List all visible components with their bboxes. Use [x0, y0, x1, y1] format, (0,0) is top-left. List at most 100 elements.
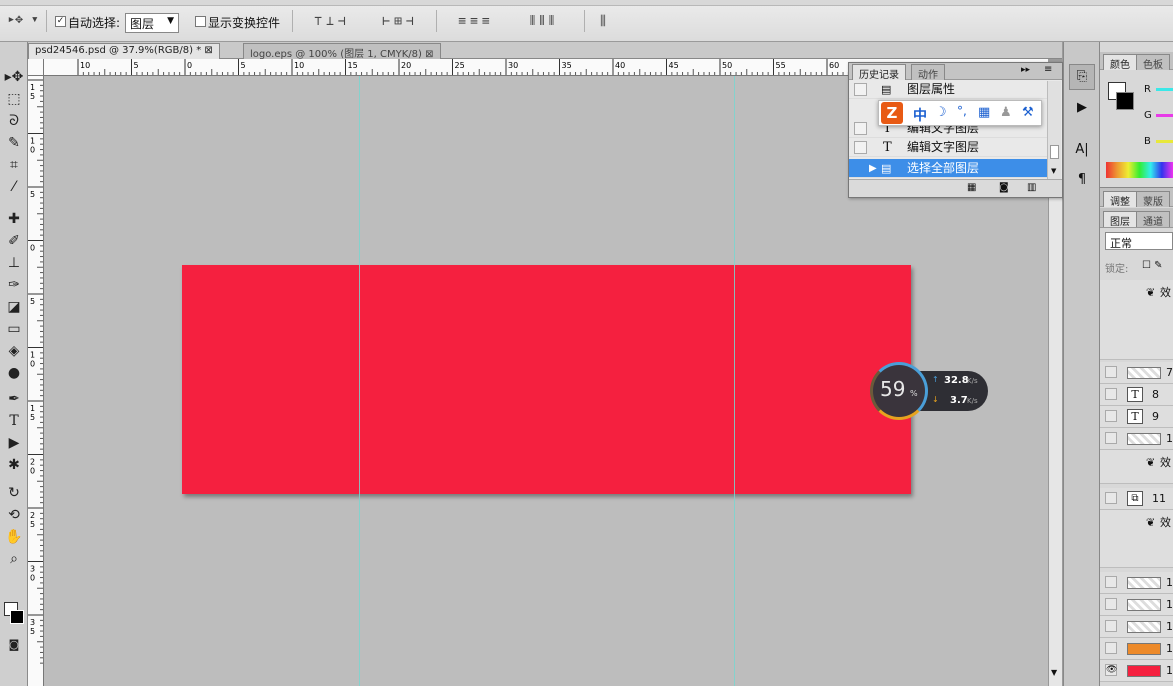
show-transform-checkbox[interactable] [195, 16, 206, 27]
channel-b-slider[interactable] [1156, 140, 1173, 143]
layer-row[interactable]: 1 [1100, 616, 1173, 638]
layer-row[interactable]: T8 [1100, 384, 1173, 406]
tab-history[interactable]: 历史记录 [852, 64, 906, 81]
marquee-tool-icon[interactable]: ⬚ [0, 88, 28, 110]
layer-row[interactable]: ❦ 效 [1100, 280, 1173, 360]
eyedropper-tool-icon[interactable]: ⁄ [0, 176, 28, 198]
hand-tool-icon[interactable]: ✋ [0, 526, 28, 548]
tab-actions[interactable]: 动作 [911, 64, 945, 81]
scroll-down-icon[interactable]: ▼ [1051, 167, 1056, 175]
move-tool-preset-icon[interactable]: ▸✥ ▾ [6, 12, 40, 28]
actions-dock-icon[interactable]: ▶ [1069, 96, 1095, 120]
scroll-down-icon[interactable]: ▼ [1051, 668, 1057, 677]
eraser-tool-icon[interactable]: ◪ [0, 296, 28, 318]
type-tool-icon[interactable]: T [0, 410, 28, 432]
blend-mode-dropdown[interactable]: 正常 [1105, 232, 1173, 250]
tab-color[interactable]: 颜色 [1103, 54, 1137, 71]
pen-tool-icon[interactable]: ✒ [0, 388, 28, 410]
zoom-tool-icon[interactable]: ⌕ [0, 548, 28, 570]
punctuation-icon[interactable]: °, [957, 104, 967, 118]
guide-line[interactable] [734, 76, 735, 686]
visibility-toggle[interactable] [1105, 492, 1117, 504]
history-item-selected[interactable]: ▶ ▤ 选择全部图层 [849, 159, 1049, 178]
background-color-swatch[interactable] [10, 610, 24, 624]
color-spectrum-bar[interactable] [1106, 162, 1173, 178]
guide-line[interactable] [359, 76, 360, 686]
quick-select-tool-icon[interactable]: ✎ [0, 132, 28, 154]
visibility-toggle[interactable] [1105, 432, 1117, 444]
scroll-thumb[interactable] [1050, 145, 1059, 159]
character-dock-icon[interactable]: A| [1069, 138, 1095, 162]
layer-row[interactable]: 1 [1100, 638, 1173, 660]
panel-menu-icon[interactable]: ≡ [1044, 64, 1052, 75]
document-red-banner[interactable] [182, 265, 911, 494]
lasso-tool-icon[interactable]: ᘐ [0, 110, 28, 132]
settings-wrench-icon[interactable]: ⚒ [1022, 105, 1034, 120]
tab-channels[interactable]: 通道 [1136, 211, 1170, 228]
healing-tool-icon[interactable]: ✚ [0, 208, 28, 230]
tab-adjustments[interactable]: 调整 [1103, 191, 1137, 208]
eye-icon[interactable]: 👁 [1105, 664, 1117, 676]
stamp-tool-icon[interactable]: ⊥ [0, 252, 28, 274]
keyboard-icon[interactable]: ▦ [978, 105, 990, 120]
align-top-icons[interactable]: ⊤⊥⊣ [302, 14, 362, 30]
dodge-tool-icon[interactable]: ● [0, 362, 28, 384]
visibility-toggle[interactable] [1105, 410, 1117, 422]
history-checkbox[interactable] [854, 83, 867, 96]
path-select-tool-icon[interactable]: ▶ [0, 432, 28, 454]
camera-icon[interactable]: ◙ [999, 182, 1009, 193]
skin-icon[interactable]: ♟ [1000, 105, 1012, 120]
history-checkbox[interactable] [854, 162, 867, 175]
history-item[interactable]: ▤ 图层属性 [849, 80, 1049, 99]
auto-align-icon[interactable]: ⫼ [594, 14, 612, 30]
layer-row[interactable]: 👁 1 [1100, 660, 1173, 682]
visibility-toggle[interactable] [1105, 642, 1117, 654]
quick-mask-icon[interactable]: ◙ [0, 634, 28, 656]
layer-row[interactable]: ❦ 效 [1100, 510, 1173, 568]
channel-r-slider[interactable] [1156, 88, 1173, 91]
history-item[interactable]: T 编辑文字图层 [849, 138, 1049, 157]
move-tool-icon[interactable]: ▸✥ [0, 66, 28, 88]
lock-icons[interactable]: ☐ ✎ [1142, 260, 1163, 271]
history-brush-tool-icon[interactable]: ✑ [0, 274, 28, 296]
distribute-vertical-icons[interactable]: ≡≡≡ [446, 14, 506, 30]
half-width-icon[interactable]: ☽ [935, 105, 947, 120]
collapse-icon[interactable]: ▸▸ [1021, 65, 1030, 75]
distribute-horizontal-icons[interactable]: ⫴⫴⫴ [514, 14, 574, 30]
bg-color-swatch[interactable] [1116, 92, 1134, 110]
paragraph-dock-icon[interactable]: ¶ [1069, 168, 1095, 192]
align-left-icons[interactable]: ⊢⊞⊣ [370, 14, 430, 30]
ime-logo-icon[interactable]: Z [881, 102, 903, 124]
history-checkbox[interactable] [854, 122, 867, 135]
visibility-toggle[interactable] [1105, 620, 1117, 632]
history-checkbox[interactable] [854, 141, 867, 154]
layer-row[interactable]: 1 [1100, 428, 1173, 450]
layer-row[interactable]: T9 [1100, 406, 1173, 428]
blur-tool-icon[interactable]: ◈ [0, 340, 28, 362]
auto-select-dropdown[interactable]: 图层 ▼ [125, 13, 179, 33]
crop-tool-icon[interactable]: ⌗ [0, 154, 28, 176]
snapshot-doc-icon[interactable]: ▦ [967, 182, 976, 193]
close-icon[interactable]: ⊠ [204, 45, 212, 56]
tab-masks[interactable]: 蒙版 [1136, 191, 1170, 208]
history-dock-icon[interactable]: ⎘ [1069, 64, 1095, 90]
visibility-toggle[interactable] [1105, 388, 1117, 400]
visibility-toggle[interactable] [1105, 598, 1117, 610]
tab-swatches[interactable]: 色板 [1136, 54, 1170, 71]
layer-row[interactable]: 1 [1100, 594, 1173, 616]
layer-row[interactable]: 7 [1100, 362, 1173, 384]
gradient-tool-icon[interactable]: ▭ [0, 318, 28, 340]
visibility-toggle[interactable] [1105, 366, 1117, 378]
ime-mode-label[interactable]: 中 [913, 105, 927, 125]
tab-layers[interactable]: 图层 [1103, 211, 1137, 228]
history-scrollbar[interactable]: ▼ [1047, 81, 1061, 179]
tab-psd24546[interactable]: psd24546.psd @ 37.9%(RGB/8) * ⊠ [28, 43, 220, 59]
trash-icon[interactable]: ▥ [1027, 182, 1036, 193]
layer-row[interactable]: 1 [1100, 572, 1173, 594]
channel-g-slider[interactable] [1156, 114, 1173, 117]
brush-tool-icon[interactable]: ✐ [0, 230, 28, 252]
tab-logo-eps[interactable]: logo.eps @ 100% (图层 1, CMYK/8) ⊠ [243, 43, 441, 60]
ime-toolbar[interactable]: Z 中 ☽ °, ▦ ♟ ⚒ [878, 100, 1042, 126]
auto-select-checkbox[interactable]: ✓ [55, 16, 66, 27]
3d-rotate-tool-icon[interactable]: ↻ [0, 482, 28, 504]
